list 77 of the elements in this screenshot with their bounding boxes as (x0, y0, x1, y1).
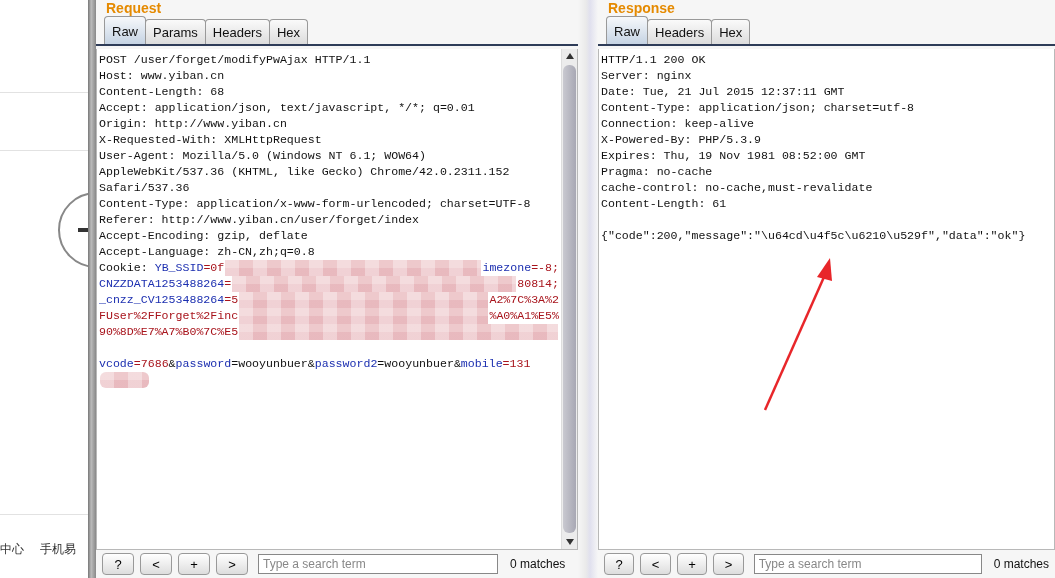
page-link[interactable]: 中心 (0, 541, 24, 558)
param-name: imezone (482, 260, 532, 276)
toolbar-button[interactable]: + (676, 553, 708, 575)
code-text: Connection: keep-alive (601, 116, 755, 132)
search-field[interactable]: Type a search term (258, 554, 498, 574)
code-text: Origin: http://www.yiban.cn (99, 116, 287, 132)
page-link[interactable]: 手机易 (40, 541, 76, 558)
param-value: 90%8D%E7%A7%B0%7C%E5 (99, 324, 239, 340)
match-count: 0 matches (993, 557, 1049, 571)
code-text: =wooyunbuer& (231, 356, 315, 372)
param-value: 80814; (517, 276, 559, 292)
code-text: Host: www.yiban.cn (99, 68, 225, 84)
toolbar-button[interactable]: > (216, 553, 248, 575)
code-text: HTTP/1.1 200 OK (601, 52, 706, 68)
tab[interactable]: Hex (711, 19, 751, 44)
code-text: cache-control: no-cache,must-revalidate (601, 180, 873, 196)
param-name: password2 (314, 356, 378, 372)
code-text: Content-Type: application/json; charset=utf-8 (601, 100, 915, 116)
param-value: =131 (502, 356, 531, 372)
code-text: Accept-Language: zh-CN,zh;q=0.8 (99, 244, 315, 260)
tab[interactable]: Hex (268, 19, 309, 44)
message-editor[interactable] (598, 49, 1055, 550)
code-text: AppleWebKit/537.36 (KHTML, like Gecko) Chrome/42.0.2311.152 (99, 164, 510, 180)
code-text: Expires: Thu, 19 Nov 1981 08:52:00 GMT (601, 148, 866, 164)
tab[interactable]: Params (145, 19, 206, 44)
code-text: {"code":200,"message":"\u64cd\u4f5c\u6210\u529f","data":"ok"} (601, 228, 1026, 244)
param-name: _cnzz_CV1253488264 (99, 292, 225, 308)
param-value: =-8; (531, 260, 559, 276)
param-name: vcode (99, 356, 134, 372)
param-value: =5 (224, 292, 239, 308)
param-name: mobile (460, 356, 503, 372)
param-value: A2%7C%3A%2 (489, 292, 559, 308)
code-text: Referer: http://www.yiban.cn/user/forget/index (99, 212, 420, 228)
toolbar-button[interactable]: < (140, 553, 172, 575)
toolbar-button[interactable]: ? (102, 553, 134, 575)
down-arrow-icon (565, 539, 574, 545)
message-editor[interactable] (96, 49, 578, 550)
param-value: =0f (203, 260, 225, 276)
code-text: Date: Tue, 21 Jul 2015 12:37:11 GMT (601, 84, 845, 100)
toolbar-button[interactable]: + (178, 553, 210, 575)
tab[interactable]: Raw (606, 16, 648, 44)
code-text: =wooyunbuer& (377, 356, 461, 372)
param-value: %A0%A1%E5% (489, 308, 559, 324)
code-text: & (168, 356, 176, 372)
toolbar-button[interactable]: < (640, 553, 671, 575)
search-field[interactable]: Type a search term (753, 554, 982, 574)
code-text: Content-Length: 68 (99, 84, 225, 100)
code-text: Content-Length: 61 (601, 196, 727, 212)
param-value: FUser%2FForget%2Finc (99, 308, 239, 324)
code-text: Content-Type: application/x-www-form-urlencoded; charset=UTF-8 (99, 196, 531, 212)
toolbar-button[interactable]: ? (604, 553, 635, 575)
tab[interactable]: Headers (647, 19, 713, 44)
param-name: CNZZDATA1253488264 (99, 276, 225, 292)
code-text: X-Requested-With: XMLHttpRequest (99, 132, 322, 148)
param-value: = (224, 276, 232, 292)
code-text: Pragma: no-cache (601, 164, 713, 180)
match-count: 0 matches (510, 557, 566, 571)
panel-title: Response (607, 0, 675, 16)
code-text: Server: nginx (601, 68, 692, 84)
code-text: Cookie: (99, 260, 149, 276)
panel-title: Request (105, 0, 162, 16)
code-text: Safari/537.36 (99, 180, 190, 196)
splitter-handle[interactable] (578, 0, 598, 578)
param-value: =7686 (133, 356, 169, 372)
code-text: X-Powered-By: PHP/5.3.9 (601, 132, 762, 148)
pixelated-redaction (100, 372, 149, 388)
scrollbar[interactable] (561, 49, 577, 549)
up-arrow-icon (565, 53, 574, 59)
tab[interactable]: Raw (104, 16, 146, 44)
tab[interactable]: Headers (204, 19, 270, 44)
param-name: password (175, 356, 232, 372)
code-text: POST /user/forget/modifyPwAjax HTTP/1.1 (99, 52, 371, 68)
code-text: User-Agent: Mozilla/5.0 (Windows NT 6.1; WOW64) (99, 148, 426, 164)
toolbar-button[interactable]: > (713, 553, 744, 575)
param-name: YB_SSID (154, 260, 204, 276)
code-text: Accept: application/json, text/javascript, */*; q=0.01 (99, 100, 475, 116)
code-text: Accept-Encoding: gzip, deflate (99, 228, 308, 244)
